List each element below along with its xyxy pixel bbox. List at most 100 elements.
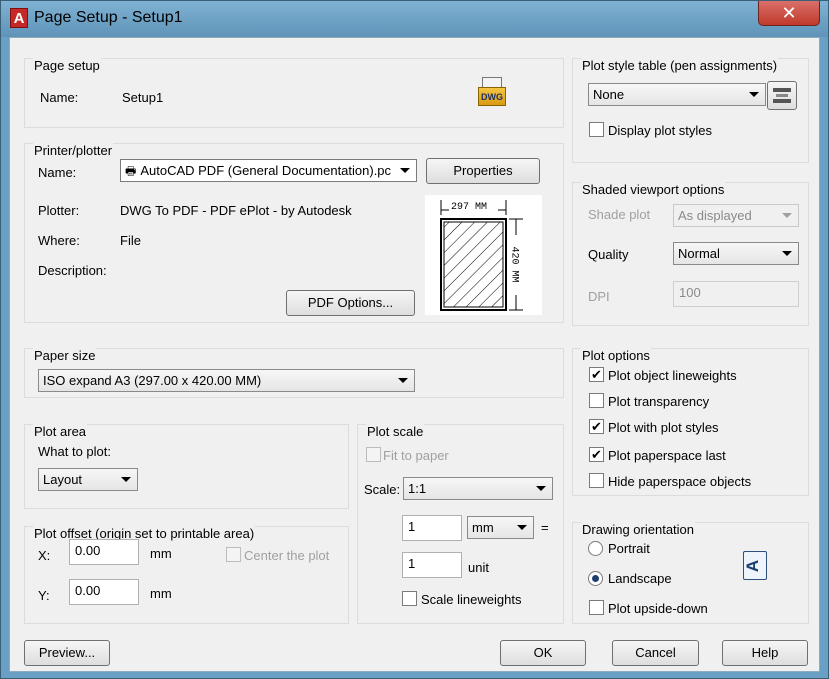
edit-plot-style-button[interactable] bbox=[767, 81, 797, 110]
offset-x-unit: mm bbox=[150, 546, 172, 561]
chevron-down-icon bbox=[398, 378, 408, 383]
plot-style-group: Plot style table (pen assignments) None … bbox=[572, 58, 809, 163]
plot-options-title: Plot options bbox=[581, 348, 651, 363]
paper-width-label: 297 MM bbox=[451, 202, 488, 213]
center-plot-checkbox[interactable] bbox=[226, 547, 241, 562]
fit-to-paper-label: Fit to paper bbox=[383, 448, 449, 463]
plot-style-title: Plot style table (pen assignments) bbox=[581, 58, 779, 73]
offset-x-input[interactable]: 0.00 bbox=[69, 539, 139, 565]
properties-button[interactable]: Properties bbox=[426, 158, 540, 184]
cancel-button[interactable]: Cancel bbox=[612, 640, 699, 666]
page-setup-name-label: Name: bbox=[40, 90, 79, 105]
printer-plotter-group: Printer/plotter Name: 🖶 AutoCAD PDF (Gene… bbox=[24, 143, 564, 323]
page-setup-title: Page setup bbox=[33, 58, 101, 73]
printer-name-label: Name: bbox=[38, 165, 77, 180]
plotter-label: Plotter: bbox=[38, 203, 80, 218]
portrait-radio[interactable] bbox=[588, 541, 603, 556]
chevron-down-icon bbox=[400, 168, 410, 173]
dialog-body: Page setup Name: Setup1 DWG Printer/plot… bbox=[9, 37, 820, 672]
scale-unit-label: unit bbox=[468, 560, 489, 575]
plot-with-styles-label: Plot with plot styles bbox=[608, 420, 719, 435]
autocad-icon: A bbox=[10, 8, 28, 28]
quality-label: Quality bbox=[588, 247, 629, 262]
display-plot-styles-label: Display plot styles bbox=[608, 123, 713, 138]
center-plot-label: Center the plot bbox=[244, 548, 330, 563]
chevron-down-icon bbox=[536, 486, 546, 491]
plotter-value: DWG To PDF - PDF ePlot - by Autodesk bbox=[120, 203, 352, 218]
fit-to-paper-checkbox[interactable] bbox=[366, 447, 381, 462]
paper-height-label: 420 MM bbox=[508, 246, 520, 283]
scale-lineweights-label: Scale lineweights bbox=[421, 592, 522, 607]
ok-button[interactable]: OK bbox=[500, 640, 586, 666]
window-title: Page Setup - Setup1 bbox=[34, 9, 183, 26]
landscape-radio[interactable] bbox=[588, 571, 603, 586]
quality-select[interactable]: Normal bbox=[673, 242, 799, 265]
landscape-label: Landscape bbox=[608, 571, 672, 586]
title-bar[interactable]: A Page Setup - Setup1 ✕ bbox=[1, 1, 828, 37]
printer-plotter-title: Printer/plotter bbox=[33, 143, 114, 158]
plot-offset-group: Plot offset (origin set to printable are… bbox=[24, 526, 349, 624]
plot-paperspace-last-label: Plot paperspace last bbox=[608, 448, 726, 463]
chevron-down-icon bbox=[121, 477, 131, 482]
where-value: File bbox=[120, 233, 141, 248]
hide-paperspace-objects-checkbox[interactable] bbox=[589, 473, 604, 488]
plot-transparency-checkbox[interactable] bbox=[589, 393, 604, 408]
scale-lineweights-checkbox[interactable] bbox=[402, 591, 417, 606]
page-setup-dialog: A Page Setup - Setup1 ✕ Page setup Name:… bbox=[0, 0, 829, 679]
scale-value-mm-input[interactable]: 1 bbox=[402, 515, 462, 541]
shaded-viewport-title: Shaded viewport options bbox=[581, 182, 726, 197]
chevron-down-icon bbox=[517, 525, 527, 530]
display-plot-styles-checkbox[interactable] bbox=[589, 122, 604, 137]
what-to-plot-select[interactable]: Layout bbox=[38, 468, 138, 491]
offset-y-input[interactable]: 0.00 bbox=[69, 579, 139, 605]
printer-icon: 🖶 bbox=[125, 164, 137, 178]
scale-label: Scale: bbox=[364, 482, 401, 497]
dwg-file-icon: DWG bbox=[478, 77, 506, 107]
chevron-down-icon bbox=[782, 251, 792, 256]
scale-equals: = bbox=[541, 520, 549, 535]
hide-paperspace-objects-label: Hide paperspace objects bbox=[608, 474, 752, 489]
checkmark-icon: ✔ bbox=[591, 447, 602, 462]
paper-size-select[interactable]: ISO expand A3 (297.00 x 420.00 MM) bbox=[38, 369, 415, 392]
plot-paperspace-last-checkbox[interactable]: ✔ bbox=[589, 447, 604, 462]
what-to-plot-label: What to plot: bbox=[38, 444, 111, 459]
offset-y-label: Y: bbox=[38, 588, 50, 603]
printer-select[interactable]: 🖶 AutoCAD PDF (General Documentation).pc bbox=[120, 159, 417, 182]
chevron-down-icon bbox=[782, 213, 792, 218]
scale-select[interactable]: 1:1 bbox=[403, 477, 553, 500]
dpi-label: DPI bbox=[588, 289, 610, 304]
dpi-input[interactable]: 100 bbox=[673, 281, 799, 307]
description-label: Description: bbox=[38, 263, 107, 278]
paper-preview: 297 MM 420 MM bbox=[425, 195, 542, 315]
offset-x-label: X: bbox=[38, 548, 51, 563]
plot-area-group: Plot area What to plot: Layout bbox=[24, 424, 349, 509]
paper-size-title: Paper size bbox=[33, 348, 97, 363]
portrait-label: Portrait bbox=[608, 541, 650, 556]
plot-offset-title: Plot offset (origin set to printable are… bbox=[33, 526, 256, 541]
plot-object-lineweights-checkbox[interactable]: ✔ bbox=[589, 367, 604, 382]
checkmark-icon: ✔ bbox=[591, 367, 602, 382]
plot-upside-down-checkbox[interactable] bbox=[589, 600, 604, 615]
plot-scale-group: Plot scale Fit to paper Scale: 1:1 1 mm … bbox=[357, 424, 564, 624]
plot-scale-title: Plot scale bbox=[366, 424, 425, 439]
scale-value-unit-input[interactable]: 1 bbox=[402, 552, 462, 578]
plot-style-editor-icon bbox=[773, 88, 791, 103]
plot-with-styles-checkbox[interactable]: ✔ bbox=[589, 419, 604, 434]
plot-style-select[interactable]: None bbox=[588, 83, 766, 106]
landscape-orientation-icon: A bbox=[743, 551, 767, 580]
pdf-options-button[interactable]: PDF Options... bbox=[286, 290, 415, 316]
offset-y-unit: mm bbox=[150, 586, 172, 601]
plot-upside-down-label: Plot upside-down bbox=[608, 601, 708, 616]
scale-unit-select[interactable]: mm bbox=[467, 516, 534, 539]
help-button[interactable]: Help bbox=[722, 640, 808, 666]
plot-options-group: Plot options ✔ Plot object lineweights P… bbox=[572, 348, 809, 496]
paper-size-group: Paper size ISO expand A3 (297.00 x 420.0… bbox=[24, 348, 564, 398]
plot-object-lineweights-label: Plot object lineweights bbox=[608, 368, 737, 383]
plot-transparency-label: Plot transparency bbox=[608, 394, 710, 409]
drawing-orientation-title: Drawing orientation bbox=[581, 522, 696, 537]
preview-button[interactable]: Preview... bbox=[24, 640, 110, 666]
close-button[interactable]: ✕ bbox=[758, 1, 820, 26]
checkmark-icon: ✔ bbox=[591, 419, 602, 434]
shade-plot-select[interactable]: As displayed bbox=[673, 204, 799, 227]
shaded-viewport-group: Shaded viewport options Shade plot As di… bbox=[572, 182, 809, 326]
